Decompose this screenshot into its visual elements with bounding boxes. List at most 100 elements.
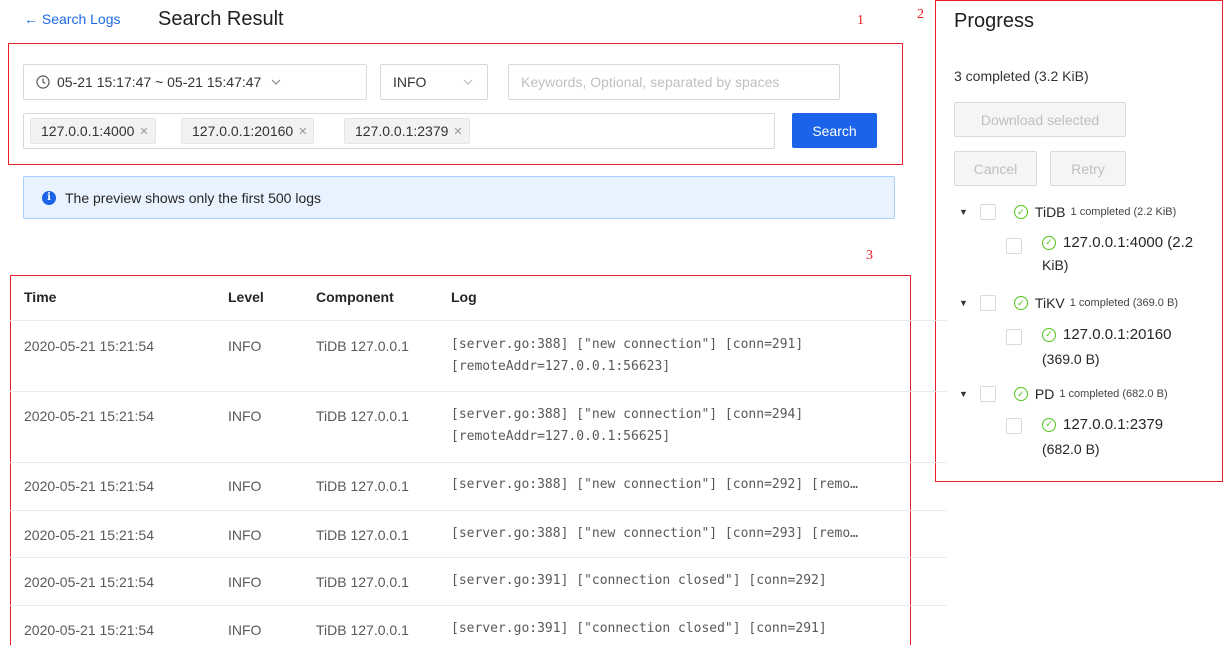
cell-time: 2020-05-21 15:21:54	[24, 527, 154, 543]
cell-time: 2020-05-21 15:21:54	[24, 574, 154, 590]
caret-down-icon[interactable]: ▼	[959, 207, 968, 217]
tree-node-name: TiKV	[1034, 295, 1065, 311]
column-header-component: Component	[316, 289, 394, 305]
cell-component: TiDB 127.0.0.1	[316, 574, 409, 590]
cancel-button[interactable]: Cancel	[954, 151, 1037, 186]
cell-level: INFO	[228, 527, 262, 543]
cell-level: INFO	[228, 338, 262, 354]
page-title: Search Result	[158, 8, 284, 30]
tree-leaf-label: 127.0.0.1:2379	[1063, 416, 1164, 433]
tree-node-status: 1 completed (369.0 B)	[1069, 297, 1178, 309]
progress-summary: 3 completed (3.2 KiB)	[954, 68, 1089, 84]
instance-tag-label: 127.0.0.1:4000	[41, 123, 135, 139]
column-header-level: Level	[228, 289, 264, 305]
tree-node-name: PD	[1034, 386, 1055, 402]
tree-checkbox[interactable]	[1006, 329, 1022, 345]
search-button[interactable]: Search	[792, 113, 877, 148]
cell-log-continued: [remoteAddr=127.0.0.1:56625]	[451, 429, 671, 444]
cell-component: TiDB 127.0.0.1	[316, 622, 409, 638]
check-circle-icon: ✓	[1042, 327, 1056, 342]
annotation-label-2: 2	[917, 7, 924, 22]
cell-log: [server.go:388] ["new connection"] [conn…	[451, 526, 858, 541]
column-header-time: Time	[24, 289, 57, 305]
cell-component: TiDB 127.0.0.1	[316, 338, 409, 354]
tree-checkbox[interactable]	[979, 386, 996, 402]
keywords-input[interactable]: Keywords, Optional, separated by spaces	[508, 64, 840, 100]
cell-log: [server.go:391] ["connection closed"] [c…	[451, 621, 827, 636]
chevron-down-icon	[271, 79, 281, 85]
row-divider	[10, 605, 947, 606]
cell-component: TiDB 127.0.0.1	[316, 408, 409, 424]
tree-leaf-size: (682.0 B)	[1042, 441, 1100, 457]
tree-leaf-tikv[interactable]: ✓ 127.0.0.1:20160 (369.0 B)	[1042, 326, 1222, 367]
cell-log: [server.go:388] ["new connection"] [conn…	[451, 337, 804, 352]
progress-title: Progress	[954, 10, 1035, 32]
clock-icon	[36, 75, 50, 89]
cell-level: INFO	[228, 622, 262, 638]
cell-level: INFO	[228, 574, 262, 590]
close-icon[interactable]: ✕	[139, 125, 148, 138]
instance-select[interactable]: 127.0.0.1:4000 ✕ 127.0.0.1:20160 ✕ 127.0…	[23, 113, 775, 149]
close-icon[interactable]: ✕	[453, 125, 462, 138]
tree-checkbox[interactable]	[1006, 238, 1022, 254]
cell-component: TiDB 127.0.0.1	[316, 478, 409, 494]
check-circle-icon: ✓	[1013, 205, 1028, 219]
instance-tag-label: 127.0.0.1:20160	[192, 123, 294, 139]
row-divider	[10, 557, 947, 558]
instance-tag: 127.0.0.1:2379 ✕	[344, 118, 470, 144]
tree-leaf-pd[interactable]: ✓ 127.0.0.1:2379 (682.0 B)	[1042, 416, 1222, 457]
tree-leaf-label: 127.0.0.1:20160	[1063, 326, 1172, 343]
tree-checkbox[interactable]	[979, 204, 996, 220]
cell-component: TiDB 127.0.0.1	[316, 527, 409, 543]
cell-time: 2020-05-21 15:21:54	[24, 338, 154, 354]
download-selected-button[interactable]: Download selected	[954, 102, 1126, 137]
cell-time: 2020-05-21 15:21:54	[24, 622, 154, 638]
keywords-placeholder: Keywords, Optional, separated by spaces	[521, 74, 780, 90]
caret-down-icon[interactable]: ▼	[959, 389, 968, 399]
column-header-log: Log	[451, 289, 477, 305]
tree-node-tidb[interactable]: ▼ ✓ TiDB 1 completed (2.2 KiB)	[959, 204, 1176, 220]
instance-tag: 127.0.0.1:20160 ✕	[181, 118, 315, 144]
tree-leaf-size: KiB)	[1042, 257, 1069, 273]
row-divider	[10, 320, 947, 321]
instance-tag-label: 127.0.0.1:2379	[355, 123, 449, 139]
close-icon[interactable]: ✕	[298, 125, 307, 138]
time-range-value: 05-21 15:17:47 ~ 05-21 15:47:47	[57, 74, 262, 90]
back-link[interactable]: ← Search Logs	[24, 11, 121, 27]
annotation-label-1: 1	[857, 13, 864, 28]
caret-down-icon[interactable]: ▼	[959, 298, 968, 308]
tree-leaf-size: (369.0 B)	[1042, 351, 1100, 367]
check-circle-icon: ✓	[1042, 417, 1056, 432]
row-divider	[10, 391, 947, 392]
row-divider	[10, 510, 947, 511]
retry-button[interactable]: Retry	[1050, 151, 1126, 186]
cell-time: 2020-05-21 15:21:54	[24, 408, 154, 424]
cell-log: [server.go:391] ["connection closed"] [c…	[451, 573, 827, 588]
tree-leaf-tidb[interactable]: ✓ 127.0.0.1:4000 (2.2 KiB)	[1042, 234, 1222, 273]
level-value: INFO	[393, 74, 427, 90]
level-select[interactable]: INFO	[380, 64, 488, 100]
tree-node-tikv[interactable]: ▼ ✓ TiKV 1 completed (369.0 B)	[959, 295, 1178, 311]
time-range-picker[interactable]: 05-21 15:17:47 ~ 05-21 15:47:47	[23, 64, 367, 100]
tree-leaf-label: 127.0.0.1:4000 (2.2	[1063, 234, 1194, 251]
cell-log: [server.go:388] ["new connection"] [conn…	[451, 407, 804, 422]
tree-checkbox[interactable]	[979, 295, 996, 311]
cell-time: 2020-05-21 15:21:54	[24, 478, 154, 494]
check-circle-icon: ✓	[1013, 387, 1028, 401]
annotation-label-3: 3	[866, 248, 873, 263]
cell-level: INFO	[228, 408, 262, 424]
cell-log: [server.go:388] ["new connection"] [conn…	[451, 477, 858, 492]
tree-checkbox[interactable]	[1006, 418, 1022, 434]
info-alert: i The preview shows only the first 500 l…	[23, 176, 895, 219]
tree-node-status: 1 completed (682.0 B)	[1059, 388, 1168, 400]
row-divider	[10, 462, 947, 463]
tree-node-pd[interactable]: ▼ ✓ PD 1 completed (682.0 B)	[959, 386, 1168, 402]
info-circle-icon: i	[42, 190, 56, 205]
chevron-down-icon	[463, 79, 473, 85]
tree-node-status: 1 completed (2.2 KiB)	[1070, 206, 1177, 218]
info-message: The preview shows only the first 500 log…	[65, 189, 322, 206]
tree-node-name: TiDB	[1034, 204, 1066, 220]
check-circle-icon: ✓	[1042, 235, 1056, 250]
check-circle-icon: ✓	[1013, 296, 1028, 310]
instance-tag: 127.0.0.1:4000 ✕	[30, 118, 156, 144]
